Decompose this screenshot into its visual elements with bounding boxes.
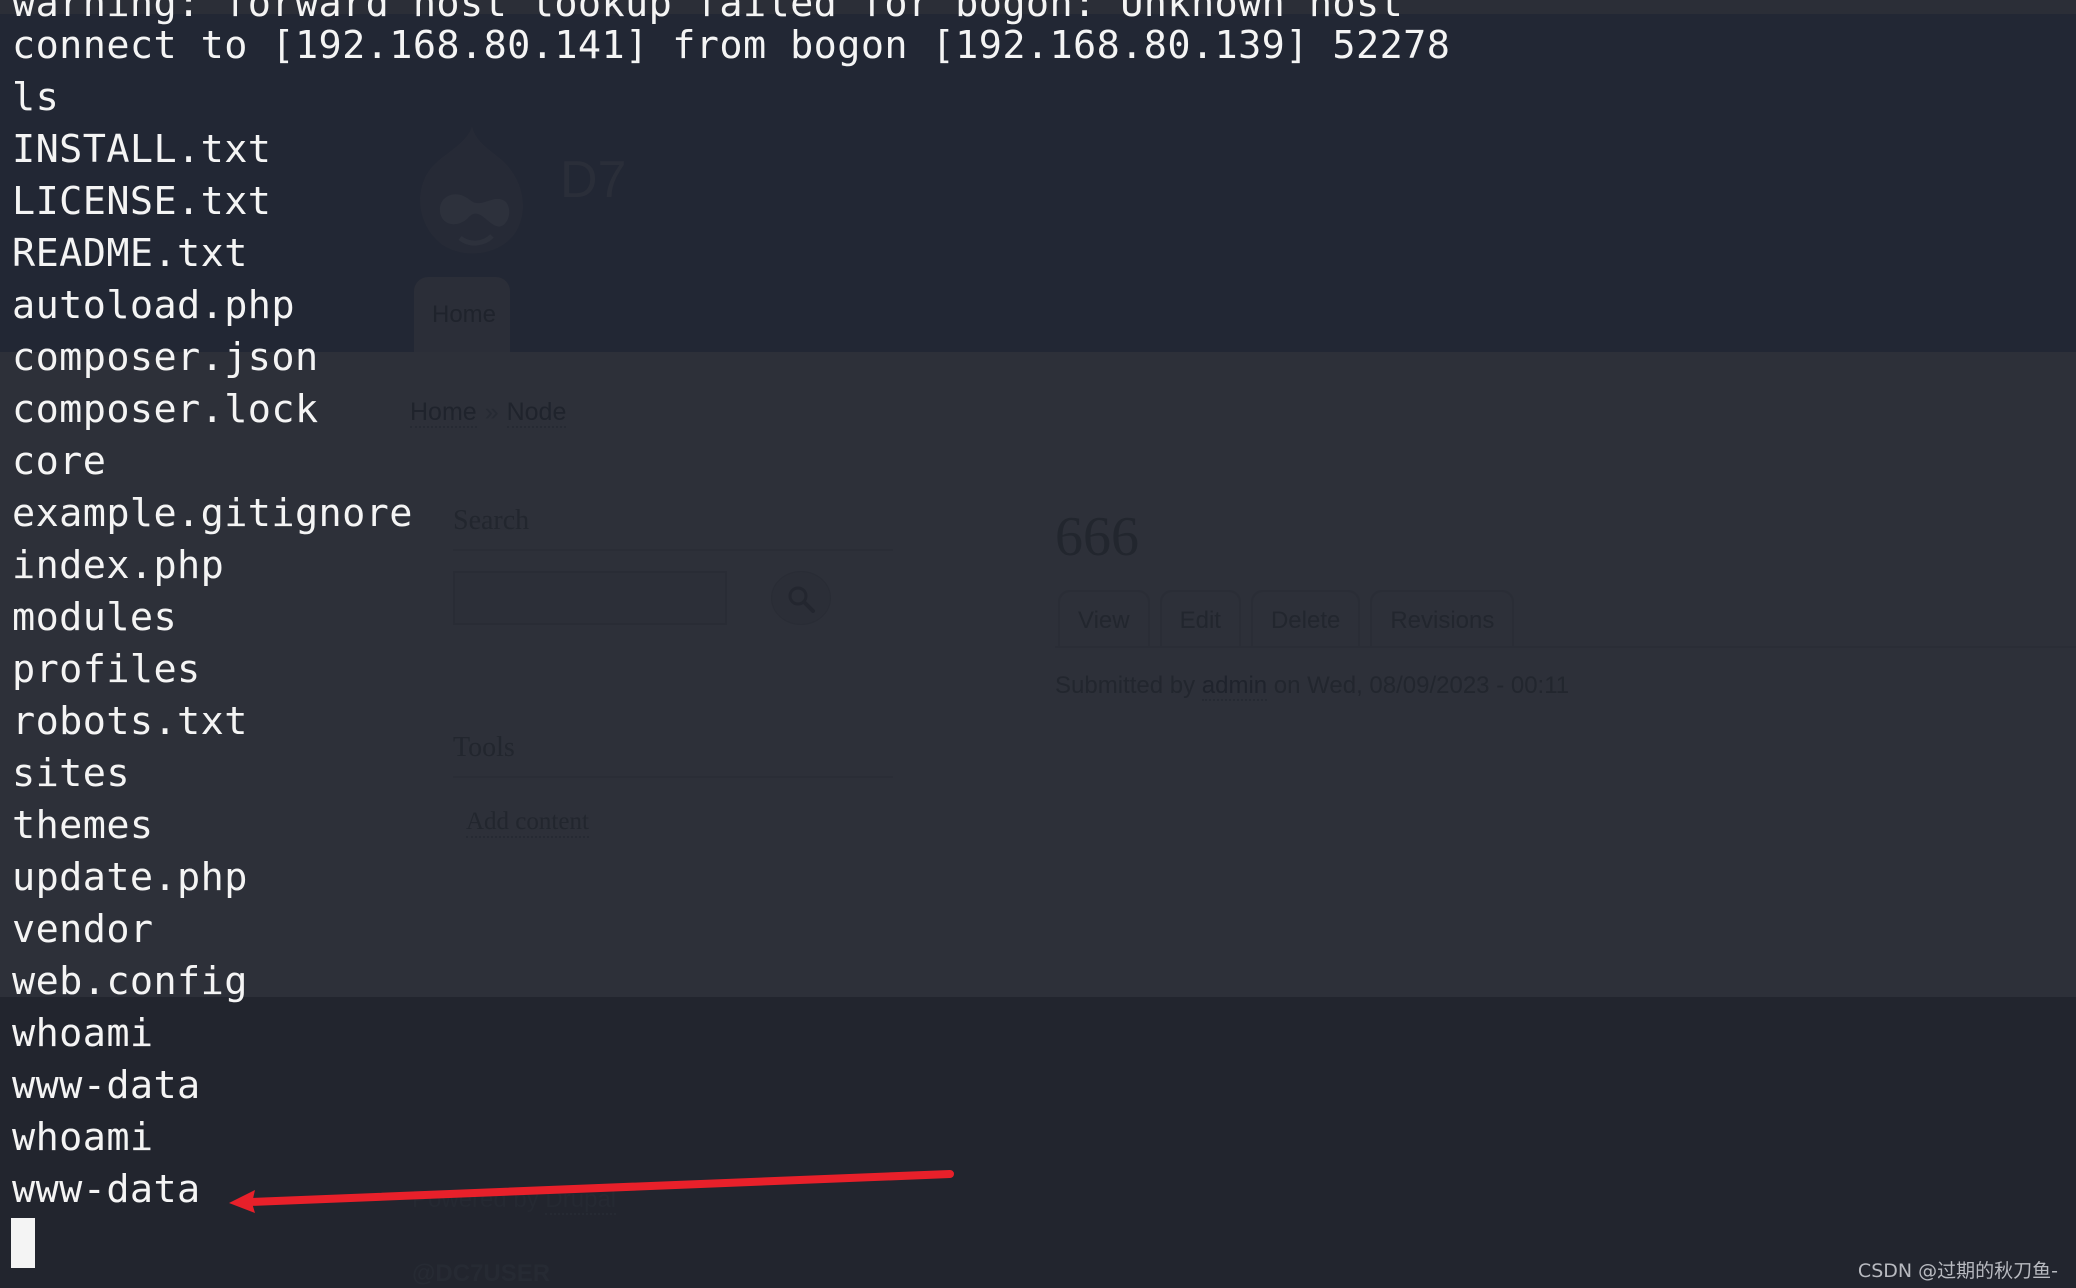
arrow-head: [229, 1190, 255, 1213]
watermark: CSDN @过期的秋刀鱼-: [1857, 1260, 2058, 1282]
annotation-arrow-icon: [229, 1170, 954, 1213]
arrow-shaft: [246, 1170, 954, 1206]
